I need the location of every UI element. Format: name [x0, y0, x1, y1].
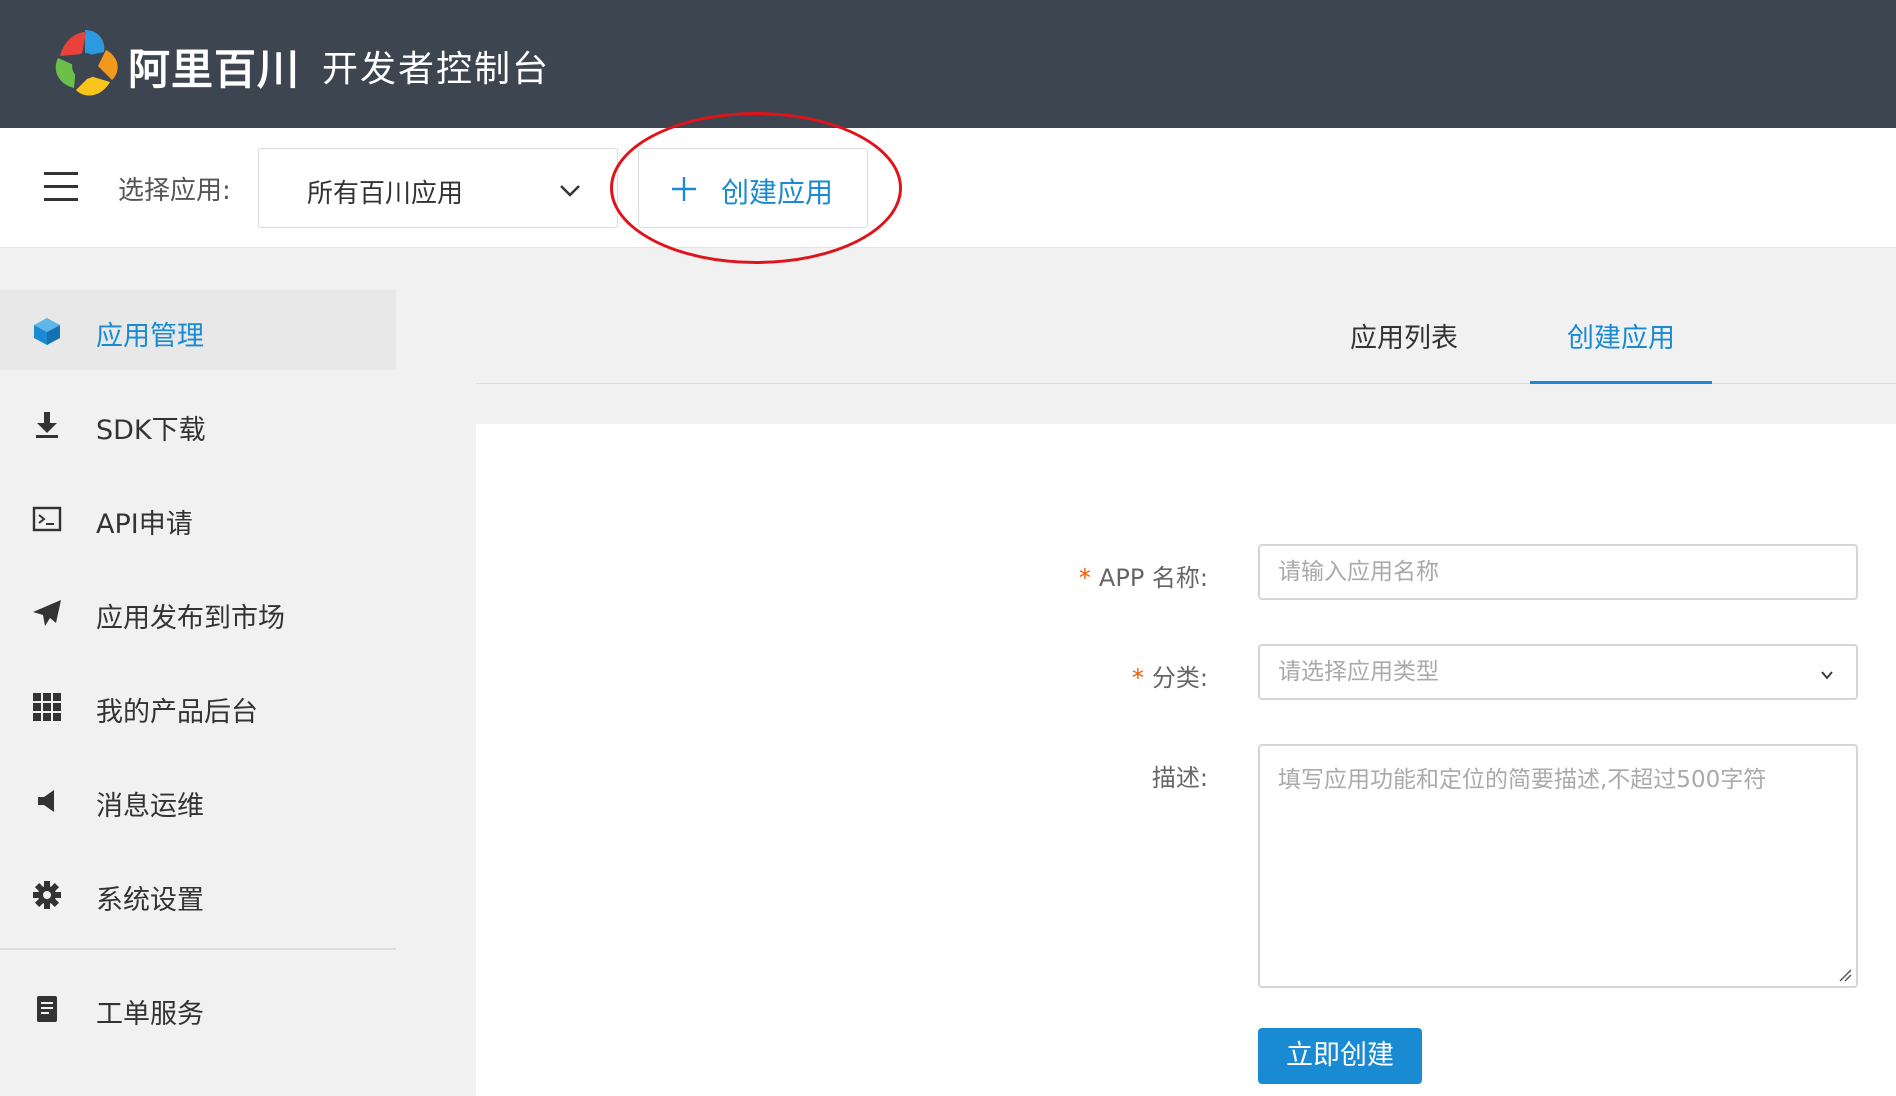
chevron-down-icon	[560, 185, 580, 197]
tab-app-list[interactable]: 应用列表	[1350, 316, 1458, 381]
download-icon	[36, 412, 58, 438]
submit-create-button[interactable]: 立即创建	[1258, 1028, 1422, 1084]
sidebar-item-sdk-download[interactable]: SDK下载	[0, 384, 396, 464]
app-name-placeholder: 请输入应用名称	[1278, 559, 1439, 585]
category-label: * 分类:	[1131, 664, 1208, 692]
app-name-input[interactable]: 请输入应用名称	[1258, 544, 1858, 600]
sidebar-item-label: 应用管理	[96, 321, 204, 352]
app-select-value: 所有百川应用	[307, 179, 464, 209]
chevron-down-icon	[1821, 671, 1833, 680]
terminal-icon	[32, 506, 62, 532]
cube-icon	[34, 318, 60, 345]
sidebar-item-label: 消息运维	[96, 791, 204, 822]
tabs-bar: 应用列表 创建应用	[476, 250, 1896, 384]
brand-name: 阿里百川	[128, 45, 301, 94]
sidebar-item-ticket-service[interactable]: 工单服务	[0, 968, 396, 1048]
menu-toggle-icon[interactable]	[44, 172, 78, 202]
description-placeholder: 填写应用功能和定位的简要描述,不超过500字符	[1278, 767, 1767, 793]
grid-icon	[33, 693, 61, 721]
select-app-label: 选择应用:	[118, 176, 231, 206]
sidebar-item-label: API申请	[96, 509, 193, 540]
sidebar-item-label: 工单服务	[96, 999, 204, 1030]
sidebar-item-system-settings[interactable]: 系统设置	[0, 854, 396, 934]
sidebar-item-message-ops[interactable]: 消息运维	[0, 760, 396, 840]
sidebar-item-api-apply[interactable]: API申请	[0, 478, 396, 558]
create-app-button-label: 创建应用	[721, 176, 834, 209]
baichuan-logo-icon	[55, 30, 118, 96]
toolbar: 选择应用: 所有百川应用 创建应用	[0, 128, 1896, 248]
required-mark: *	[1131, 664, 1144, 692]
sidebar-item-label: SDK下载	[96, 415, 206, 446]
category-placeholder: 请选择应用类型	[1278, 659, 1439, 685]
sidebar-item-label: 系统设置	[96, 885, 204, 916]
plus-icon	[672, 177, 696, 201]
tab-create-app[interactable]: 创建应用	[1530, 316, 1712, 384]
required-mark: *	[1078, 564, 1091, 592]
sidebar-divider	[0, 948, 396, 950]
create-app-button[interactable]: 创建应用	[638, 148, 868, 228]
paper-plane-icon	[33, 600, 61, 626]
sidebar-item-label: 应用发布到市场	[96, 603, 285, 634]
sidebar-item-label: 我的产品后台	[96, 697, 258, 728]
app-select-dropdown[interactable]: 所有百川应用	[258, 148, 618, 228]
sidebar-item-publish-market[interactable]: 应用发布到市场	[0, 572, 396, 652]
gear-icon	[33, 881, 61, 909]
sidebar: 应用管理 SDK下载 API申请 应用发布到市场 我的产品后台 消息运维 系统设…	[0, 250, 396, 1096]
document-icon	[37, 996, 57, 1022]
description-label: 描述:	[1151, 764, 1208, 792]
console-title: 开发者控制台	[322, 49, 551, 90]
sidebar-item-product-backend[interactable]: 我的产品后台	[0, 666, 396, 746]
app-name-label: * APP 名称:	[1078, 564, 1208, 592]
create-app-form: * APP 名称: 请输入应用名称 * 分类: 请选择应用类型 描述: 填写应用功能…	[476, 424, 1896, 1096]
top-header: 阿里百川 开发者控制台	[0, 0, 1896, 128]
sidebar-item-app-management[interactable]: 应用管理	[0, 290, 396, 370]
megaphone-icon	[38, 790, 54, 812]
description-textarea[interactable]: 填写应用功能和定位的简要描述,不超过500字符	[1258, 744, 1858, 988]
category-select[interactable]: 请选择应用类型	[1258, 644, 1858, 700]
resize-grip-icon[interactable]	[1838, 968, 1852, 982]
